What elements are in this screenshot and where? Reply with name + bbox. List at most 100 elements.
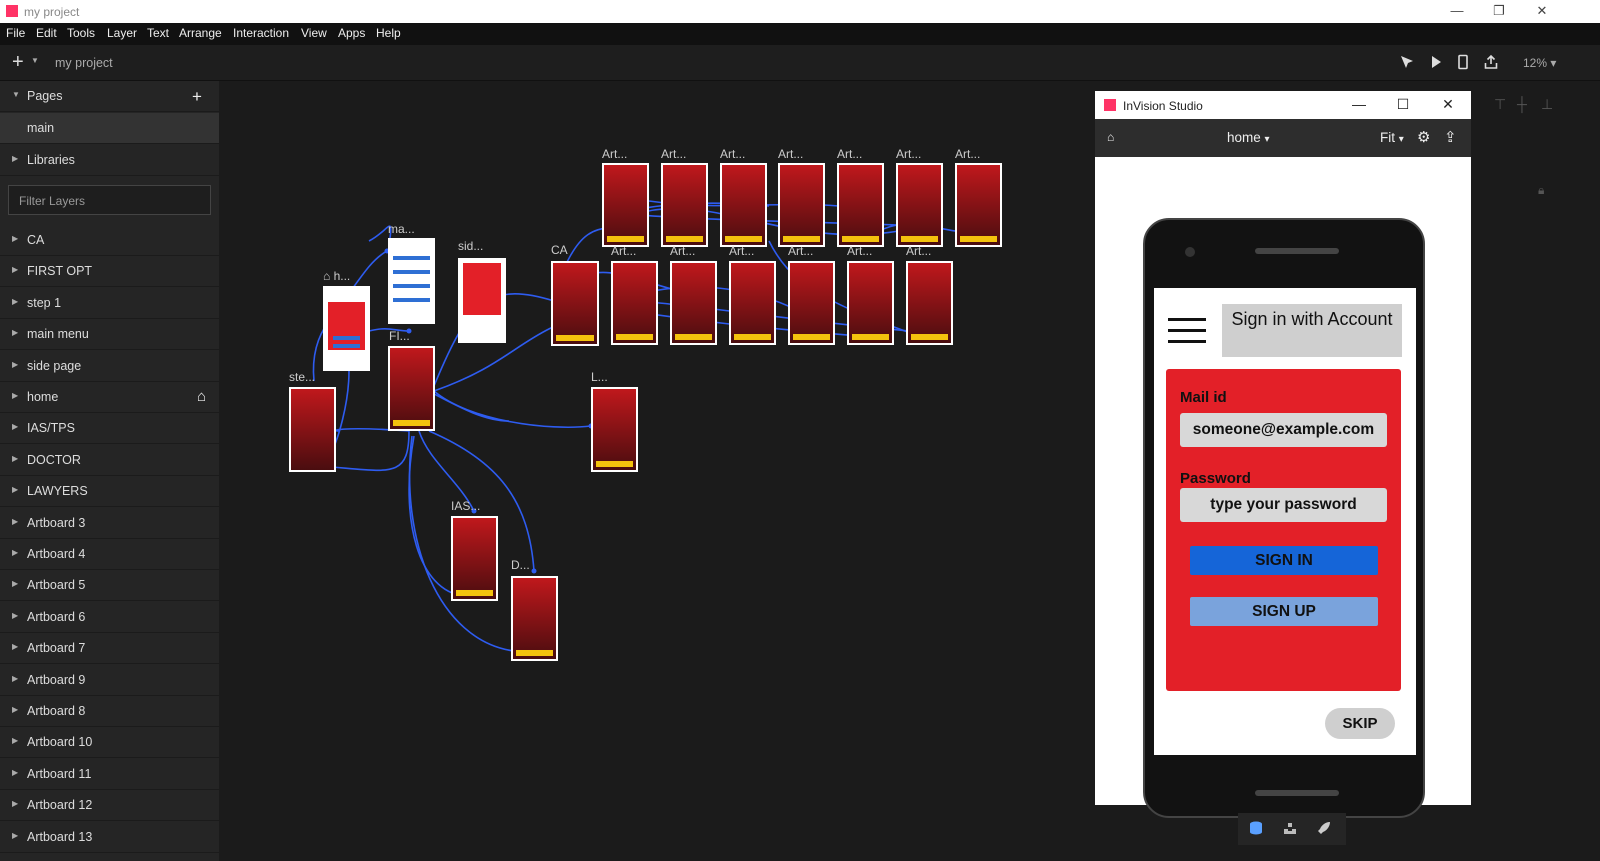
home-icon[interactable]: ⌂ [1107, 130, 1114, 144]
artboard-step-1[interactable] [289, 387, 336, 472]
artboard-main-menu[interactable] [388, 238, 435, 324]
artboard[interactable] [611, 261, 658, 345]
gear-icon[interactable]: ⚙ [1417, 128, 1430, 146]
page-item-main[interactable]: main [0, 113, 219, 144]
artboard[interactable] [661, 163, 708, 247]
layer-item[interactable]: ▶ Artboard 5 [0, 570, 219, 602]
artboard-lawyers[interactable] [591, 387, 638, 472]
layer-item[interactable]: ▶ Artboard 11 [0, 759, 219, 790]
menu-view[interactable]: View [301, 26, 327, 40]
layer-item[interactable]: ▶ step 1 [0, 288, 219, 319]
layer-item[interactable]: ▶ CA [0, 225, 219, 256]
layer-item[interactable]: ▶ Artboard 4 [0, 539, 219, 570]
align-middle-icon[interactable]: ┼ [1517, 96, 1527, 112]
menu-interaction[interactable]: Interaction [233, 26, 289, 40]
chevron-right-icon: ▶ [12, 799, 19, 809]
sign-up-button[interactable]: SIGN UP [1190, 597, 1378, 626]
zoom-level[interactable]: 12% ▾ [1523, 56, 1556, 70]
password-field[interactable]: type your password [1180, 488, 1387, 522]
layer-item[interactable]: ▶ FIRST OPT [0, 256, 219, 288]
add-icon[interactable]: + [12, 51, 24, 74]
layer-item[interactable]: ▶ Artboard 13 [0, 822, 219, 853]
align-bottom-icon[interactable]: ⊥ [1541, 96, 1553, 113]
menu-apps[interactable]: Apps [338, 26, 365, 40]
layer-item[interactable]: ▶ Artboard 9 [0, 665, 219, 696]
sign-in-button[interactable]: SIGN IN [1190, 546, 1378, 575]
menu-help[interactable]: Help [376, 26, 401, 40]
artboard[interactable] [720, 163, 767, 247]
artboard[interactable] [602, 163, 649, 247]
layer-label: side page [27, 358, 82, 373]
artboard[interactable] [906, 261, 953, 345]
artboard-label-ca: CA [551, 243, 568, 257]
page-selector[interactable]: home ▾ [1227, 130, 1270, 145]
artboard[interactable] [896, 163, 943, 247]
artboard-label: Art... [670, 244, 696, 258]
preview-maximize-button[interactable]: ☐ [1393, 96, 1413, 114]
libraries-item[interactable]: ▶ Libraries [0, 145, 219, 176]
project-name[interactable]: my project [55, 56, 113, 70]
close-button[interactable]: ✕ [1532, 3, 1552, 19]
artboard[interactable] [778, 163, 825, 247]
add-page-icon[interactable]: + [192, 87, 202, 107]
menu-layer[interactable]: Layer [107, 26, 137, 40]
menu-file[interactable]: File [6, 26, 25, 40]
artboard-label-ias: IAS... [451, 499, 481, 513]
main-toolbar: + ▼ my project 12% ▾ [0, 45, 1600, 81]
menu-edit[interactable]: Edit [36, 26, 57, 40]
rocket-icon[interactable] [1314, 820, 1334, 838]
lock-icon[interactable]: 🔒︎ [1538, 183, 1544, 198]
layer-item[interactable]: ▶ Artboard 12 [0, 790, 219, 822]
artboard-home[interactable] [323, 286, 370, 371]
preview-minimize-button[interactable]: — [1349, 96, 1369, 114]
chevron-right-icon: ▶ [12, 359, 19, 369]
preview-close-button[interactable]: ✕ [1438, 96, 1458, 114]
inbox-icon[interactable] [1280, 820, 1300, 838]
minimize-button[interactable]: — [1447, 3, 1467, 19]
layer-item[interactable]: ▶ LAWYERS [0, 476, 219, 508]
filter-layers-input[interactable]: Filter Layers [8, 185, 211, 215]
artboard-ca[interactable] [551, 261, 599, 346]
hamburger-menu-icon[interactable] [1168, 318, 1206, 344]
artboard-side-page[interactable] [458, 258, 506, 343]
window-titlebar: my project — ❐ ✕ [0, 0, 1600, 23]
artboard[interactable] [729, 261, 776, 345]
artboard-first-opt[interactable] [388, 346, 435, 431]
skip-button[interactable]: SKIP [1325, 708, 1395, 739]
artboard[interactable] [670, 261, 717, 345]
layer-item[interactable]: ▶ Artboard 3 [0, 508, 219, 539]
pages-header[interactable]: ▼ Pages + [0, 81, 219, 112]
align-top-icon[interactable]: ⊤ [1494, 96, 1506, 113]
layer-item[interactable]: ▶ Artboard 10 [0, 727, 219, 759]
share-icon[interactable]: ⇪ [1444, 128, 1457, 146]
restore-button[interactable]: ❐ [1489, 3, 1509, 19]
menu-tools[interactable]: Tools [67, 26, 95, 40]
play-icon[interactable] [1428, 54, 1444, 70]
layer-item[interactable]: ▶ Artboard 8 [0, 696, 219, 727]
database-icon[interactable] [1246, 820, 1266, 838]
layer-item[interactable]: ▶ Artboard 7 [0, 633, 219, 665]
artboard[interactable] [847, 261, 894, 345]
email-field[interactable]: someone@example.com [1180, 413, 1387, 447]
menu-arrange[interactable]: Arrange [179, 26, 222, 40]
layer-item[interactable]: ▶ side page [0, 351, 219, 382]
layer-item[interactable]: ▶ IAS/TPS [0, 413, 219, 445]
chevron-down-icon[interactable]: ▼ [31, 56, 39, 65]
fit-selector[interactable]: Fit ▾ [1380, 130, 1404, 145]
layer-item[interactable]: ▶ Artboard 6 [0, 602, 219, 633]
layer-label: IAS/TPS [27, 421, 75, 436]
artboard-ias-tps[interactable] [451, 516, 498, 601]
artboard[interactable] [955, 163, 1002, 247]
artboard[interactable] [837, 163, 884, 247]
share-icon[interactable] [1483, 54, 1499, 70]
layer-item[interactable]: ▶ home ⌂ [0, 382, 219, 413]
artboard-label: Art... [896, 147, 922, 161]
artboard[interactable] [788, 261, 835, 345]
artboard-doctor[interactable] [511, 576, 558, 661]
layer-item[interactable]: ▶ DOCTOR [0, 445, 219, 476]
mail-label: Mail id [1180, 389, 1227, 406]
device-icon[interactable] [1455, 54, 1471, 70]
layer-item[interactable]: ▶ main menu [0, 319, 219, 351]
prototype-icon[interactable] [1399, 54, 1415, 70]
menu-text[interactable]: Text [147, 26, 169, 40]
